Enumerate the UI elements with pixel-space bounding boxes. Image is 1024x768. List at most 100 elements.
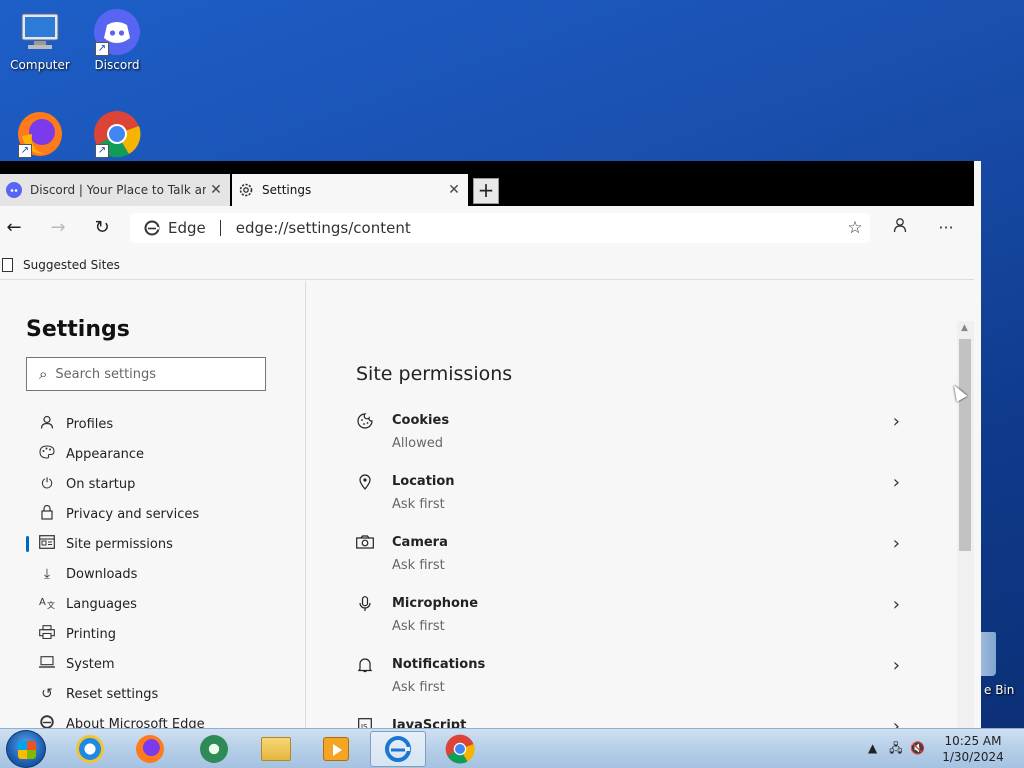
forward-arrow-icon[interactable]: →	[46, 216, 70, 240]
new-tab-button[interactable]: +	[473, 178, 499, 204]
shortcut-arrow-icon: ↗	[18, 144, 32, 158]
permission-row-cookies[interactable]: Cookies Allowed ›	[355, 411, 900, 469]
tab-settings[interactable]: Settings ✕	[232, 174, 468, 206]
close-tab-button[interactable]: ✕	[206, 182, 226, 198]
sidebar-item-site-permissions[interactable]: Site permissions	[26, 530, 296, 558]
browser-toolbar: ← → ↻ Edge edge://settings/content ☆ ···	[0, 206, 974, 250]
permission-row-notifications[interactable]: Notifications Ask first ›	[355, 655, 900, 713]
video-player-icon	[323, 737, 349, 761]
taskbar-internet-explorer[interactable]	[62, 731, 118, 767]
permission-name: Notifications	[392, 657, 486, 672]
lock-icon	[36, 504, 58, 524]
sidebar-item-label: On startup	[66, 476, 136, 492]
edge-badge-label: Edge	[168, 219, 206, 237]
windows-logo-icon	[18, 741, 36, 759]
profile-icon[interactable]	[888, 216, 912, 240]
permission-row-camera[interactable]: Camera Ask first ›	[355, 533, 900, 591]
desktop-icon-chrome[interactable]: ↗	[77, 110, 157, 160]
taskbar-media-player[interactable]	[186, 731, 242, 767]
url-text[interactable]: edge://settings/content	[236, 219, 840, 237]
address-separator	[219, 220, 221, 236]
show-hidden-icons-icon[interactable]: ▲	[868, 741, 877, 755]
page-icon	[2, 257, 13, 272]
close-tab-button[interactable]: ✕	[444, 182, 464, 198]
sidebar-item-printing[interactable]: Printing	[26, 620, 296, 648]
desktop-icon-computer[interactable]: Computer	[0, 8, 80, 72]
sidebar-item-privacy[interactable]: Privacy and services	[26, 500, 296, 528]
settings-sidebar: Settings ⌕ Search settings Profiles Appe…	[0, 281, 306, 728]
sidebar-item-label: Languages	[66, 596, 137, 612]
permission-row-location[interactable]: Location Ask first ›	[355, 472, 900, 530]
edge-icon	[385, 736, 411, 762]
scroll-up-arrow-icon[interactable]: ▲	[961, 323, 968, 333]
address-bar[interactable]: Edge edge://settings/content ☆	[130, 213, 870, 243]
recycle-bin-label: e Bin	[984, 683, 1015, 697]
page-title: Site permissions	[356, 363, 513, 385]
tab-discord[interactable]: Discord | Your Place to Talk and ✕	[0, 174, 230, 206]
permission-row-javascript[interactable]: JS JavaScript ›	[355, 716, 900, 728]
sidebar-item-languages[interactable]: A文 Languages	[26, 590, 296, 618]
system-tray: ▲ 🖧 🔇	[868, 739, 925, 760]
bell-icon	[355, 657, 375, 677]
printer-icon	[36, 625, 58, 643]
power-icon: ⏻	[41, 476, 53, 492]
permission-name: JavaScript	[392, 718, 467, 728]
permission-status: Ask first	[392, 558, 445, 573]
sidebar-item-label: Site permissions	[66, 536, 173, 552]
search-placeholder: Search settings	[55, 366, 157, 382]
chevron-right-icon: ›	[892, 594, 900, 615]
firefox-icon	[136, 735, 164, 763]
person-icon	[36, 415, 58, 433]
tab-title: Settings	[262, 183, 312, 197]
permission-name: Camera	[392, 535, 448, 550]
sidebar-item-system[interactable]: System	[26, 650, 296, 678]
sidebar-item-label: Printing	[66, 626, 117, 642]
taskbar-edge[interactable]	[370, 731, 426, 767]
favorites-item-suggested-sites[interactable]: Suggested Sites	[23, 258, 120, 272]
favorite-star-icon[interactable]: ☆	[840, 218, 870, 238]
search-settings-input[interactable]: ⌕ Search settings	[26, 357, 266, 391]
media-player-icon	[200, 735, 228, 763]
volume-muted-icon[interactable]: 🔇	[910, 741, 925, 755]
permission-row-microphone[interactable]: Microphone Ask first ›	[355, 594, 900, 652]
back-arrow-icon[interactable]: ←	[2, 216, 26, 240]
sidebar-item-reset-settings[interactable]: ↺ Reset settings	[26, 680, 296, 708]
scrollbar-thumb[interactable]	[959, 339, 971, 551]
desktop-icon-firefox[interactable]: ↗	[0, 110, 80, 160]
chrome-icon	[445, 734, 475, 764]
edge-logo-icon	[144, 220, 160, 236]
chevron-right-icon: ›	[892, 655, 900, 676]
sidebar-item-about-edge[interactable]: About Microsoft Edge	[26, 710, 296, 728]
desktop-icon-discord[interactable]: ↗ Discord	[77, 8, 157, 72]
permission-status: Ask first	[392, 680, 445, 695]
taskbar-clock[interactable]: 10:25 AM 1/30/2024	[938, 733, 1008, 765]
network-icon[interactable]: 🖧	[889, 741, 902, 755]
start-button[interactable]	[6, 730, 46, 768]
sidebar-item-on-startup[interactable]: ⏻ On startup	[26, 470, 296, 498]
chevron-right-icon: ›	[892, 411, 900, 432]
taskbar-firefox[interactable]	[122, 731, 178, 767]
computer-icon	[16, 8, 64, 56]
clock-time: 10:25 AM	[944, 734, 1002, 748]
edge-badge: Edge	[144, 219, 206, 237]
sidebar-item-label: Downloads	[66, 566, 138, 582]
refresh-icon[interactable]: ↻	[90, 216, 114, 240]
sidebar-item-label: About Microsoft Edge	[66, 716, 205, 729]
folder-icon	[261, 737, 291, 761]
permission-name: Microphone	[392, 596, 479, 611]
sidebar-item-profiles[interactable]: Profiles	[26, 410, 296, 438]
tab-title: Discord | Your Place to Talk and	[30, 183, 206, 197]
taskbar-chrome[interactable]	[432, 731, 488, 767]
taskbar-file-explorer[interactable]	[248, 731, 304, 767]
permission-name: Location	[392, 474, 455, 489]
sidebar-item-appearance[interactable]: Appearance	[26, 440, 296, 468]
more-options-icon[interactable]: ···	[934, 216, 958, 240]
chevron-right-icon: ›	[892, 472, 900, 493]
gear-icon	[238, 182, 254, 198]
sidebar-item-downloads[interactable]: ⤓ Downloads	[26, 560, 296, 588]
sidebar-item-label: Reset settings	[66, 686, 159, 702]
microphone-icon	[355, 596, 375, 616]
discord-favicon-icon	[6, 182, 22, 198]
laptop-icon	[36, 656, 58, 672]
taskbar-video-player[interactable]	[308, 731, 364, 767]
